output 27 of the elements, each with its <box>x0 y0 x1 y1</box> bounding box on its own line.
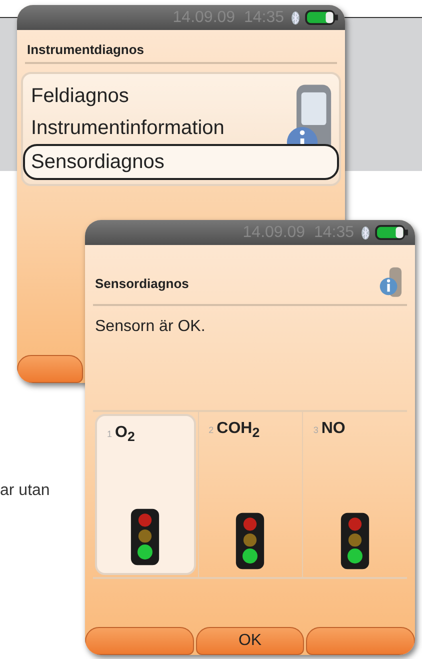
sensor-name: NO <box>321 420 346 438</box>
menu-item[interactable]: Sensordiagnos <box>23 144 339 180</box>
screen-title: Sensordiagnos <box>95 276 189 290</box>
traffic-light-icon <box>234 511 266 571</box>
sensor-number: 2 <box>208 425 214 435</box>
menu-item[interactable]: Feldiagnos <box>23 80 137 112</box>
traffic-light-icon <box>129 507 162 567</box>
sensor-tile[interactable]: 2 COH$_{2}$ <box>198 412 302 577</box>
status-message: Sensorn är OK. <box>95 318 206 335</box>
traffic-light-icon <box>339 511 372 571</box>
page-text: ar utan <box>0 482 50 500</box>
screen-title: Instrumentdiagnos <box>27 42 144 57</box>
battery-icon <box>305 10 339 25</box>
bluetooth-icon <box>291 10 300 24</box>
sensor-name: O$_{2}$ <box>115 424 135 444</box>
sensor-name: COH$_{2}$ <box>216 420 260 440</box>
sensor-number: 3 <box>313 425 318 435</box>
softkey-button[interactable] <box>306 627 415 655</box>
bluetooth-icon <box>361 226 370 240</box>
menu-item[interactable]: Instrumentinformation <box>23 112 232 144</box>
sensor-tile[interactable]: 1 O$_{2}$ <box>95 414 196 575</box>
battery-icon <box>375 225 409 240</box>
sensor-number: 1 <box>107 429 112 439</box>
sensor-tile[interactable]: 3 NO <box>302 412 407 577</box>
softkey-button[interactable] <box>17 355 83 383</box>
softkey-button[interactable]: OK <box>196 627 304 655</box>
softkey-button[interactable] <box>85 627 194 655</box>
